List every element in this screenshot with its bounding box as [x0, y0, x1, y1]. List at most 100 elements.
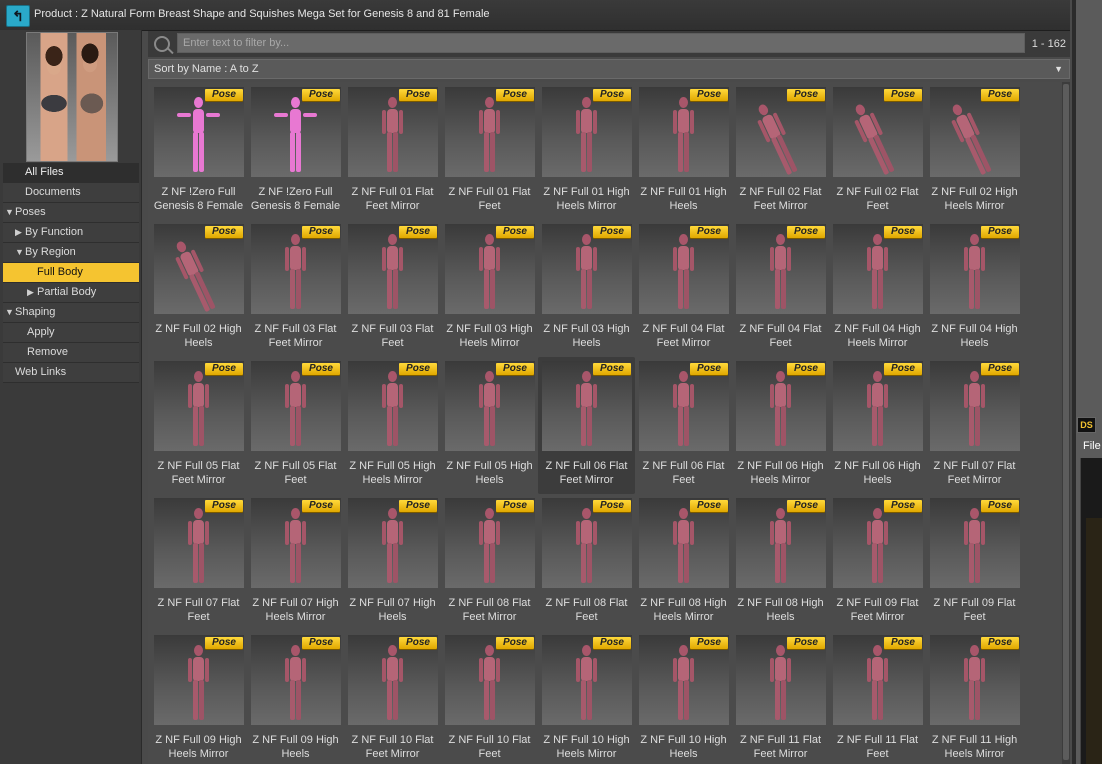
pose-tile[interactable]: Pose Z NF Full 02 High Heels Mirror — [926, 83, 1023, 220]
pose-tile[interactable]: Pose Z NF Full 10 High Heels — [635, 631, 732, 764]
pose-tile[interactable]: Pose Z NF Full 01 Flat Feet Mirror — [344, 83, 441, 220]
pose-tile[interactable]: Pose Z NF Full 03 High Heels — [538, 220, 635, 357]
pose-label-line-2: Feet — [284, 474, 307, 486]
figure-preview — [769, 234, 793, 312]
pose-thumbnail: Pose — [930, 87, 1020, 177]
pose-tile[interactable]: Pose Z NF Full 04 High Heels — [926, 220, 1023, 357]
pose-tile[interactable]: Pose Z NF Full 06 Flat Feet Mirror — [538, 357, 635, 494]
sort-dropdown[interactable]: Sort by Name : A to Z ▼ — [148, 59, 1070, 79]
tree-item-all-files[interactable]: All Files — [3, 163, 139, 183]
pose-tile[interactable]: Pose Z NF Full 09 High Heels Mirror — [150, 631, 247, 764]
search-icon[interactable] — [154, 36, 170, 52]
pose-tile[interactable]: Pose Z NF Full 07 High Heels Mirror — [247, 494, 344, 631]
pose-label: Z NF Full 09 High Heels — [247, 733, 344, 761]
tree-item-web-links[interactable]: Web Links — [3, 363, 139, 383]
pose-label-line-1: Z NF Full 06 Flat — [545, 460, 628, 472]
pose-tile[interactable]: Pose Z NF !Zero Full Genesis 8 Female — [150, 83, 247, 220]
back-arrow-icon[interactable]: ↰ — [6, 5, 30, 27]
pose-tile[interactable]: Pose Z NF Full 09 Flat Feet — [926, 494, 1023, 631]
viewport — [1086, 518, 1102, 764]
pose-tile[interactable]: Pose Z NF Full 07 Flat Feet — [150, 494, 247, 631]
pose-tile[interactable]: Pose Z NF Full 01 Flat Feet — [441, 83, 538, 220]
product-thumbnail[interactable] — [26, 32, 118, 162]
pose-tile[interactable]: Pose Z NF Full 04 Flat Feet — [732, 220, 829, 357]
collapse-triangle-icon[interactable]: ▼ — [5, 203, 15, 222]
pose-tile[interactable]: Pose Z NF Full 10 Flat Feet Mirror — [344, 631, 441, 764]
pose-label-line-2: Feet Mirror — [462, 611, 517, 623]
pose-badge: Pose — [302, 226, 340, 238]
tree-item-partial-body[interactable]: ▶ Partial Body — [3, 283, 139, 303]
pose-label-line-2: Feet — [769, 337, 792, 349]
pose-badge: Pose — [884, 500, 922, 512]
pose-tile[interactable]: Pose Z NF Full 09 Flat Feet Mirror — [829, 494, 926, 631]
pose-tile[interactable]: Pose Z NF Full 05 High Heels Mirror — [344, 357, 441, 494]
pose-badge: Pose — [496, 363, 534, 375]
pose-tile[interactable]: Pose Z NF Full 05 High Heels — [441, 357, 538, 494]
pose-tile[interactable]: Pose Z NF Full 08 Flat Feet — [538, 494, 635, 631]
expand-triangle-icon[interactable]: ▶ — [15, 223, 25, 242]
pose-tile[interactable]: Pose Z NF Full 10 High Heels Mirror — [538, 631, 635, 764]
figure-preview — [478, 508, 502, 586]
pose-tile[interactable]: Pose Z NF Full 03 Flat Feet — [344, 220, 441, 357]
pose-label-line-2: Feet Mirror — [850, 611, 905, 623]
pose-tile[interactable]: Pose Z NF Full 01 High Heels — [635, 83, 732, 220]
pose-label-line-1: Z NF Full 07 Flat — [157, 597, 240, 609]
vertical-scrollbar[interactable] — [1062, 82, 1070, 764]
pose-tile[interactable]: Pose Z NF Full 11 Flat Feet Mirror — [732, 631, 829, 764]
tree-item-by-region[interactable]: ▼By Region — [3, 243, 139, 263]
tree-item-remove[interactable]: Remove — [3, 343, 139, 363]
pose-tile[interactable]: Pose Z NF Full 02 High Heels — [150, 220, 247, 357]
pose-label-line-2: Feet Mirror — [365, 200, 420, 212]
pose-tile[interactable]: Pose Z NF Full 04 High Heels Mirror — [829, 220, 926, 357]
pose-tile[interactable]: Pose Z NF Full 07 High Heels — [344, 494, 441, 631]
pose-thumbnail: Pose — [348, 87, 438, 177]
pose-tile[interactable]: Pose Z NF Full 05 Flat Feet — [247, 357, 344, 494]
pose-tile[interactable]: Pose Z NF Full 06 High Heels Mirror — [732, 357, 829, 494]
pose-tile[interactable]: Pose Z NF Full 03 Flat Feet Mirror — [247, 220, 344, 357]
file-menu[interactable]: File — [1083, 440, 1101, 452]
figure-preview — [672, 97, 696, 175]
tree-item-apply[interactable]: Apply — [3, 323, 139, 343]
pose-label: Z NF Full 05 High Heels Mirror — [344, 459, 441, 487]
pose-thumbnail: Pose — [542, 361, 632, 451]
pose-label-line-2: Feet — [866, 748, 889, 760]
pose-thumbnail: Pose — [154, 498, 244, 588]
pose-tile[interactable]: Pose Z NF Full 06 High Heels — [829, 357, 926, 494]
collapse-triangle-icon[interactable]: ▼ — [5, 303, 15, 322]
pose-badge: Pose — [399, 363, 437, 375]
pose-tile[interactable]: Pose Z NF Full 01 High Heels Mirror — [538, 83, 635, 220]
tree-item-full-body[interactable]: Full Body — [3, 263, 139, 283]
tree-item-shaping[interactable]: ▼Shaping — [3, 303, 139, 323]
pose-tile[interactable]: Pose Z NF Full 03 High Heels Mirror — [441, 220, 538, 357]
pose-tile[interactable]: Pose Z NF Full 08 High Heels Mirror — [635, 494, 732, 631]
filter-input[interactable] — [177, 33, 1025, 53]
collapse-triangle-icon[interactable]: ▼ — [15, 243, 25, 262]
content-grid: Pose Z NF !Zero Full Genesis 8 Female Pose Z… — [148, 82, 1060, 764]
pose-tile[interactable]: Pose Z NF Full 08 Flat Feet Mirror — [441, 494, 538, 631]
pose-tile[interactable]: Pose Z NF Full 11 Flat Feet — [829, 631, 926, 764]
pose-tile[interactable]: Pose Z NF Full 06 Flat Feet — [635, 357, 732, 494]
pose-label-line-1: Z NF Full 10 Flat — [351, 734, 434, 746]
pose-tile[interactable]: Pose Z NF Full 05 Flat Feet Mirror — [150, 357, 247, 494]
pose-tile[interactable]: Pose Z NF Full 08 High Heels — [732, 494, 829, 631]
pose-tile[interactable]: Pose Z NF Full 10 Flat Feet — [441, 631, 538, 764]
pose-tile[interactable]: Pose Z NF Full 11 High Heels Mirror — [926, 631, 1023, 764]
tree-item-documents[interactable]: Documents — [3, 183, 139, 203]
tree-item-poses[interactable]: ▼Poses — [3, 203, 139, 223]
pose-tile[interactable]: Pose Z NF Full 07 Flat Feet Mirror — [926, 357, 1023, 494]
pose-badge: Pose — [981, 363, 1019, 375]
pose-tile[interactable]: Pose Z NF Full 02 Flat Feet Mirror — [732, 83, 829, 220]
pose-label-line-2: Heels Mirror — [944, 200, 1005, 212]
pose-label-line-2: Heels Mirror — [847, 337, 908, 349]
scrollbar-thumb[interactable] — [1063, 84, 1069, 760]
expand-triangle-icon[interactable]: ▶ — [27, 283, 37, 302]
pose-tile[interactable]: Pose Z NF Full 02 Flat Feet — [829, 83, 926, 220]
pose-tile[interactable]: Pose Z NF !Zero Full Genesis 8 Female — [247, 83, 344, 220]
pose-label-line-1: Z NF Full 05 High — [349, 460, 436, 472]
pose-label-line-2: Feet — [866, 200, 889, 212]
pose-tile[interactable]: Pose Z NF Full 04 Flat Feet Mirror — [635, 220, 732, 357]
pose-tile[interactable]: Pose Z NF Full 09 High Heels — [247, 631, 344, 764]
sort-label: Sort by Name : A to Z — [154, 63, 259, 75]
pose-label-line-2: Feet Mirror — [656, 337, 711, 349]
tree-item-by-function[interactable]: ▶ By Function — [3, 223, 139, 243]
